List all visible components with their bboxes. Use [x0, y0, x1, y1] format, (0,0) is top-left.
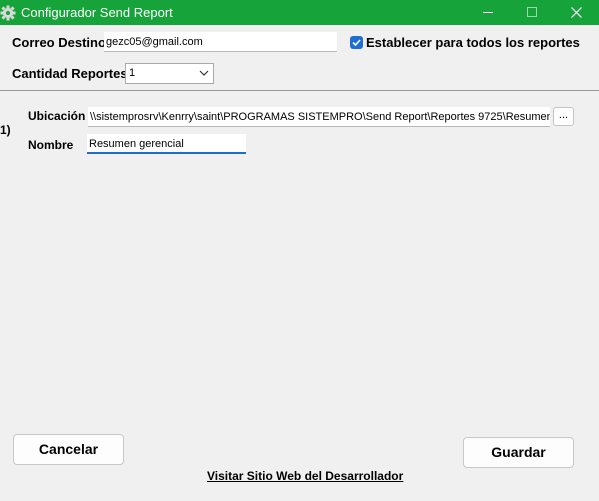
apply-all-label[interactable]: Establecer para todos los reportes	[366, 35, 580, 50]
report-count-select[interactable]: 1	[125, 63, 214, 84]
name-label: Nombre	[28, 138, 74, 152]
email-label: Correo Destino	[12, 35, 106, 50]
minimize-button[interactable]	[465, 0, 511, 25]
title-bar: Configurador Send Report	[0, 0, 599, 25]
developer-website-link[interactable]: Visitar Sitio Web del Desarrollador	[207, 469, 403, 483]
minimize-icon	[483, 12, 493, 13]
location-field[interactable]: \\sistemprosrv\Kenrry\saint\PROGRAMAS SI…	[88, 107, 550, 127]
section-divider	[0, 90, 599, 91]
close-button[interactable]	[553, 0, 599, 25]
chevron-down-icon	[199, 70, 209, 76]
location-label: Ubicación	[28, 109, 86, 123]
cancel-button[interactable]: Cancelar	[13, 434, 124, 465]
email-field[interactable]: gezc05@gmail.com	[104, 32, 337, 52]
window-title: Configurador Send Report	[21, 5, 173, 20]
apply-all-checkbox[interactable]	[350, 36, 363, 49]
browse-button[interactable]: ...	[553, 107, 574, 126]
close-icon	[571, 7, 582, 18]
gear-icon	[0, 5, 16, 21]
save-button[interactable]: Guardar	[463, 437, 574, 468]
maximize-button[interactable]	[509, 0, 555, 25]
name-field[interactable]: Resumen gerencial	[87, 134, 246, 154]
report-count-value: 1	[129, 67, 136, 79]
report-index: 1)	[0, 123, 11, 137]
checkmark-icon	[352, 39, 361, 47]
maximize-icon	[527, 7, 537, 17]
report-count-label: Cantidad Reportes	[12, 66, 128, 81]
